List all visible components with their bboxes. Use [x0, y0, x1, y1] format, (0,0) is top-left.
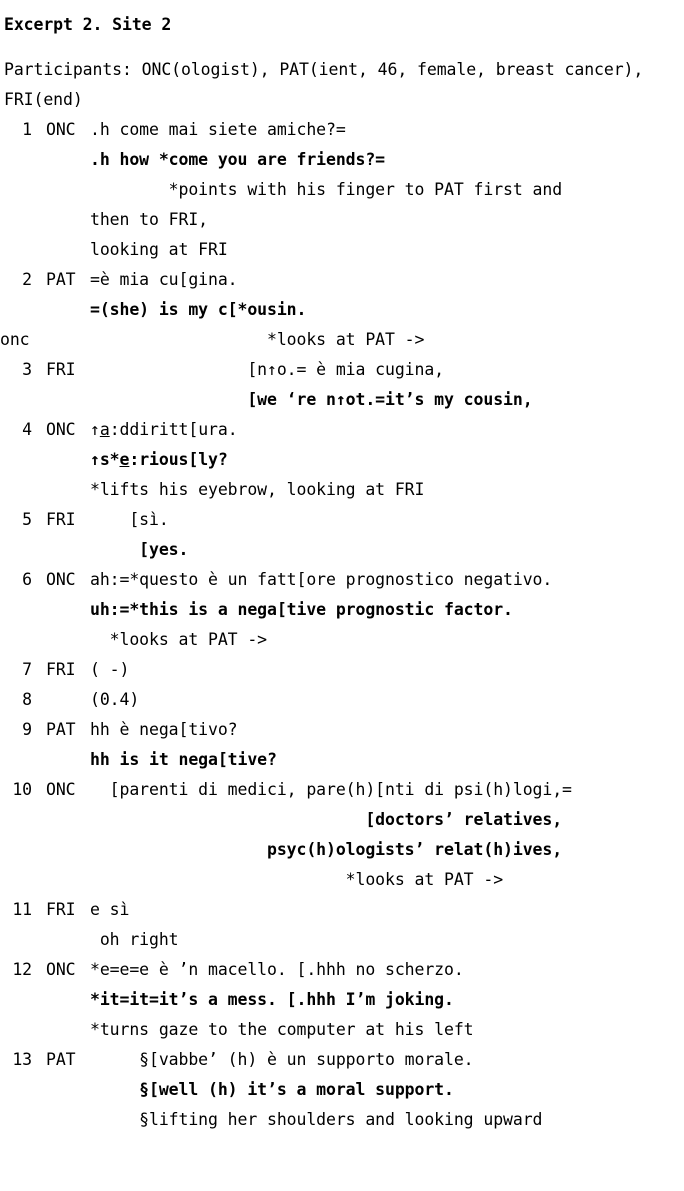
- line-number: 4: [22, 420, 32, 439]
- transcript-row: 5 FRI [sì.: [0, 505, 684, 535]
- participants-line: Participants: ONC(ologist), PAT(ient, 46…: [4, 60, 654, 109]
- transcript-row: hh is it nega[tive?: [0, 745, 684, 775]
- transcript-row: [we ‘re n↑ot.=it’s my cousin,: [0, 385, 684, 415]
- transcript-row: then to FRI,: [0, 205, 684, 235]
- utterance-original-italian: [sì.: [90, 510, 169, 529]
- transcript-row: 1 ONC .h come mai siete amiche?=: [0, 115, 684, 145]
- line-number: 12: [12, 960, 32, 979]
- line-number: 3: [22, 360, 32, 379]
- transcript-row: 9 PAT hh è nega[tivo?: [0, 715, 684, 745]
- utterance-gloss-english: [yes.: [90, 540, 189, 559]
- transcript-row: 2 PAT =è mia cu[gina.: [0, 265, 684, 295]
- transcript-row: uh:=*this is a nega[tive prognostic fact…: [0, 595, 684, 625]
- line-number: 5: [22, 510, 32, 529]
- speaker-label: FRI: [46, 360, 76, 379]
- transcript-row: *turns gaze to the computer at his left: [0, 1015, 684, 1045]
- line-number: 10: [12, 780, 32, 799]
- transcript-row: [doctors’ relatives,: [0, 805, 684, 835]
- embodiment-annotation: §[vabbe’ (h) è un supporto morale.: [90, 1050, 474, 1069]
- transcript-row: §lifting her shoulders and looking upwar…: [0, 1105, 684, 1135]
- utterance-original-italian: (0.4): [90, 690, 140, 709]
- utterance-original-italian: then to FRI,: [90, 210, 209, 229]
- utterance-gloss-english: uh:=*this is a nega[tive prognostic fact…: [90, 600, 513, 619]
- speaker-label: PAT: [46, 270, 76, 289]
- embodiment-annotation: §lifting her shoulders and looking upwar…: [90, 1110, 543, 1129]
- line-number: 2: [22, 270, 32, 289]
- speaker-label: ONC: [46, 780, 76, 799]
- transcript-row: .h how *come you are friends?=: [0, 145, 684, 175]
- speaker-label: PAT: [46, 720, 76, 739]
- transcript-row: ↑s*e:rious[ly?: [0, 445, 684, 475]
- utterance-gloss-english: .h how *come you are friends?=: [90, 150, 386, 169]
- transcript-row: *points with his finger to PAT first and: [0, 175, 684, 205]
- embodiment-annotation: *looks at PAT ->: [90, 630, 268, 649]
- gaze-marker-label: onc: [0, 330, 30, 349]
- transcript-row: §[well (h) it’s a moral support.: [0, 1075, 684, 1105]
- speaker-label: ONC: [46, 570, 76, 589]
- transcript-row: 8 (0.4): [0, 685, 684, 715]
- utterance-original-italian: =è mia cu[gina.: [90, 270, 238, 289]
- transcript-row: looking at FRI: [0, 235, 684, 265]
- speaker-label: FRI: [46, 510, 76, 529]
- utterance-original-italian: looking at FRI: [90, 240, 228, 259]
- utterance-gloss-english: [we ‘re n↑ot.=it’s my cousin,: [90, 390, 533, 409]
- transcript-row: 10 ONC [parenti di medici, pare(h)[nti di…: [0, 775, 684, 805]
- embodiment-annotation: *e=e=e è ’n macello. [.hhh no scherzo.: [90, 960, 464, 979]
- line-number: 8: [22, 690, 32, 709]
- line-number: 13: [12, 1050, 32, 1069]
- utterance-original-italian: oh right: [90, 930, 179, 949]
- line-number: 1: [22, 120, 32, 139]
- line-number: 7: [22, 660, 32, 679]
- line-number: 9: [22, 720, 32, 739]
- utterance-original-italian: ↑a:ddiritt[ura.: [90, 420, 238, 439]
- utterance-gloss-english: [doctors’ relatives,: [90, 810, 563, 829]
- line-number: 6: [22, 570, 32, 589]
- transcript-row: *it=it=it’s a mess. [.hhh I’m joking.: [0, 985, 684, 1015]
- utterance-original-italian: .h come mai siete amiche?=: [90, 120, 346, 139]
- speaker-label: FRI: [46, 660, 76, 679]
- excerpt-title: Excerpt 2. Site 2: [4, 15, 172, 34]
- utterance-original-italian: e sì: [90, 900, 130, 919]
- transcript-row: [yes.: [0, 535, 684, 565]
- transcript-row: 13 PAT §[vabbe’ (h) è un supporto morale.: [0, 1045, 684, 1075]
- transcript-row: 7 FRI ( -): [0, 655, 684, 685]
- utterance-gloss-english: psyc(h)ologists’ relat(h)ives,: [90, 840, 563, 859]
- speaker-label: FRI: [46, 900, 76, 919]
- utterance-gloss-english: hh is it nega[tive?: [90, 750, 277, 769]
- transcript-row: psyc(h)ologists’ relat(h)ives,: [0, 835, 684, 865]
- transcript-row: =(she) is my c[*ousin.: [0, 295, 684, 325]
- utterance-gloss-english: ↑s*e:rious[ly?: [90, 450, 228, 469]
- transcript-excerpt: Excerpt 2. Site 2 Participants: ONC(olog…: [0, 0, 684, 1135]
- transcript-row: 3 FRI [n↑o.= è mia cugina,: [0, 355, 684, 385]
- utterance-gloss-english: *it=it=it’s a mess. [.hhh I’m joking.: [90, 990, 454, 1009]
- transcript-row: 11 FRI e sì: [0, 895, 684, 925]
- transcript-row: 6 ONC ah:=*questo è un fatt[ore prognostic…: [0, 565, 684, 595]
- transcript-row: 12 ONC *e=e=e è ’n macello. [.hhh no scher…: [0, 955, 684, 985]
- embodiment-annotation: *looks at PAT ->: [90, 870, 504, 889]
- transcript-row: *looks at PAT ->: [0, 625, 684, 655]
- speaker-label: ONC: [46, 960, 76, 979]
- utterance-gloss-english: §[well (h) it’s a moral support.: [90, 1080, 454, 1099]
- gaze-marker-row: onc *looks at PAT ->: [0, 325, 684, 355]
- utterance-original-italian: [n↑o.= è mia cugina,: [90, 360, 445, 379]
- utterance-original-italian: [parenti di medici, pare(h)[nti di psi(h…: [90, 780, 572, 799]
- utterance-original-italian: hh è nega[tivo?: [90, 720, 238, 739]
- embodiment-annotation: *points with his finger to PAT first and: [90, 180, 563, 199]
- embodiment-annotation: *turns gaze to the computer at his left: [90, 1020, 474, 1039]
- transcript-row: oh right: [0, 925, 684, 955]
- transcript-lines: 1 ONC .h come mai siete amiche?= .h how *co…: [0, 115, 684, 1135]
- utterance-gloss-english: =(she) is my c[*ousin.: [90, 300, 307, 319]
- embodiment-annotation: *lifts his eyebrow, looking at FRI: [90, 480, 425, 499]
- line-number: 11: [12, 900, 32, 919]
- speaker-label: PAT: [46, 1050, 76, 1069]
- utterance-original-italian: ( -): [90, 660, 130, 679]
- transcript-row: *looks at PAT ->: [0, 865, 684, 895]
- transcript-row: *lifts his eyebrow, looking at FRI: [0, 475, 684, 505]
- embodiment-annotation: *looks at PAT ->: [90, 330, 425, 349]
- transcript-row: 4 ONC ↑a:ddiritt[ura.: [0, 415, 684, 445]
- speaker-label: ONC: [46, 120, 76, 139]
- utterance-original-italian: ah:=*questo è un fatt[ore prognostico ne…: [90, 570, 553, 589]
- speaker-label: ONC: [46, 420, 76, 439]
